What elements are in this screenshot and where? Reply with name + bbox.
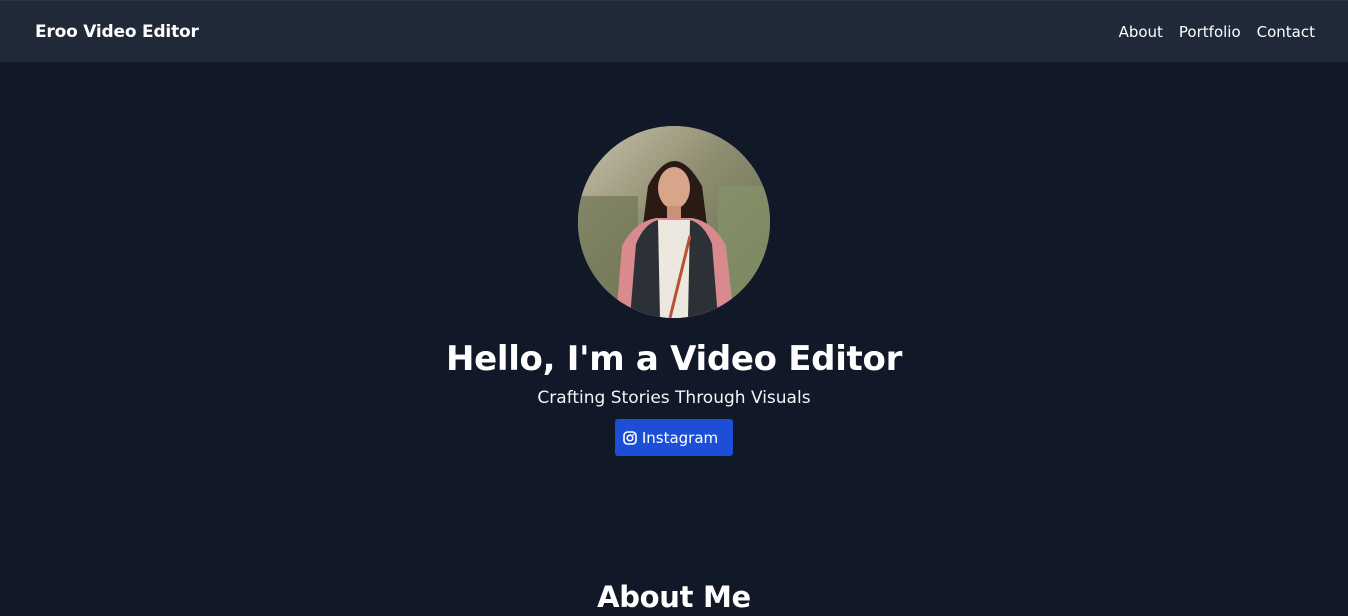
profile-avatar [578,126,770,318]
nav-link-portfolio[interactable]: Portfolio [1179,23,1241,41]
nav-link-about[interactable]: About [1119,23,1163,41]
nav-links: About Portfolio Contact [1119,23,1315,41]
hero-subtitle: Crafting Stories Through Visuals [537,388,811,408]
profile-photo [578,126,770,318]
instagram-icon [623,430,637,445]
hero-section: Hello, I'm a Video Editor Crafting Stori… [0,62,1348,456]
hero-title: Hello, I'm a Video Editor [445,339,903,379]
brand-logo-link[interactable]: Eroo Video Editor [35,22,199,42]
navbar: Eroo Video Editor About Portfolio Contac… [0,0,1348,62]
instagram-button-label: Instagram [641,428,719,447]
instagram-button[interactable]: Instagram [614,419,734,456]
about-section-title: About Me [597,580,751,614]
nav-link-contact[interactable]: Contact [1257,23,1315,41]
